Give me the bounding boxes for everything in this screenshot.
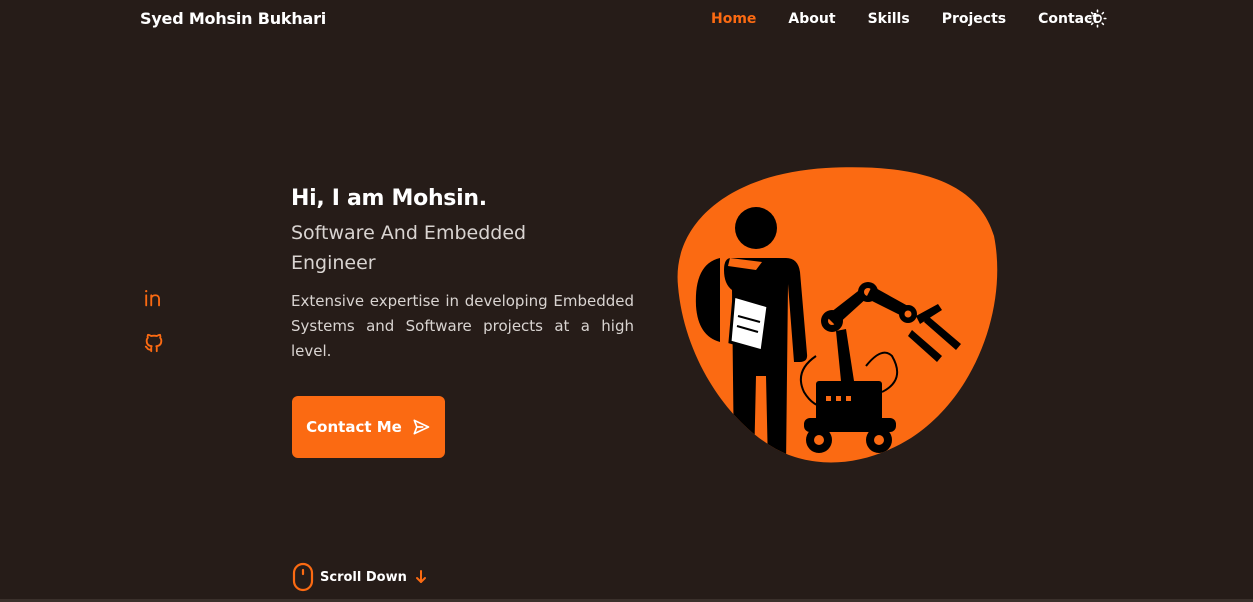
hero-subtitle: Software And Embedded Engineer	[291, 222, 527, 274]
sun-icon[interactable]	[1088, 9, 1107, 28]
scroll-down-label: Scroll Down	[320, 569, 407, 585]
contact-me-label: Contact Me	[306, 418, 402, 436]
hero-illustration	[676, 166, 998, 466]
linkedin-icon[interactable]	[143, 287, 165, 309]
main-nav: Home About Skills Projects Contact	[711, 11, 1131, 27]
scroll-down-link[interactable]: Scroll Down	[292, 562, 427, 592]
nav-skills-link[interactable]: Skills	[868, 11, 910, 27]
hero-title: Hi, I am Mohsin.	[291, 186, 487, 211]
arrow-down-icon	[415, 570, 426, 583]
contact-me-button[interactable]: Contact Me	[292, 396, 445, 458]
nav-home-link[interactable]: Home	[711, 11, 756, 27]
hero-description: Extensive expertise in developing Embedd…	[291, 292, 634, 360]
nav-projects-link[interactable]: Projects	[942, 11, 1006, 27]
page: Syed Mohsin Bukhari Home About Skills Pr…	[0, 0, 1253, 602]
site-header: Syed Mohsin Bukhari Home About Skills Pr…	[0, 0, 1253, 40]
mouse-icon	[292, 562, 314, 592]
brand-name[interactable]: Syed Mohsin Bukhari	[140, 9, 326, 28]
github-icon[interactable]	[143, 332, 165, 354]
nav-about-link[interactable]: About	[788, 11, 835, 27]
send-icon	[413, 419, 430, 435]
